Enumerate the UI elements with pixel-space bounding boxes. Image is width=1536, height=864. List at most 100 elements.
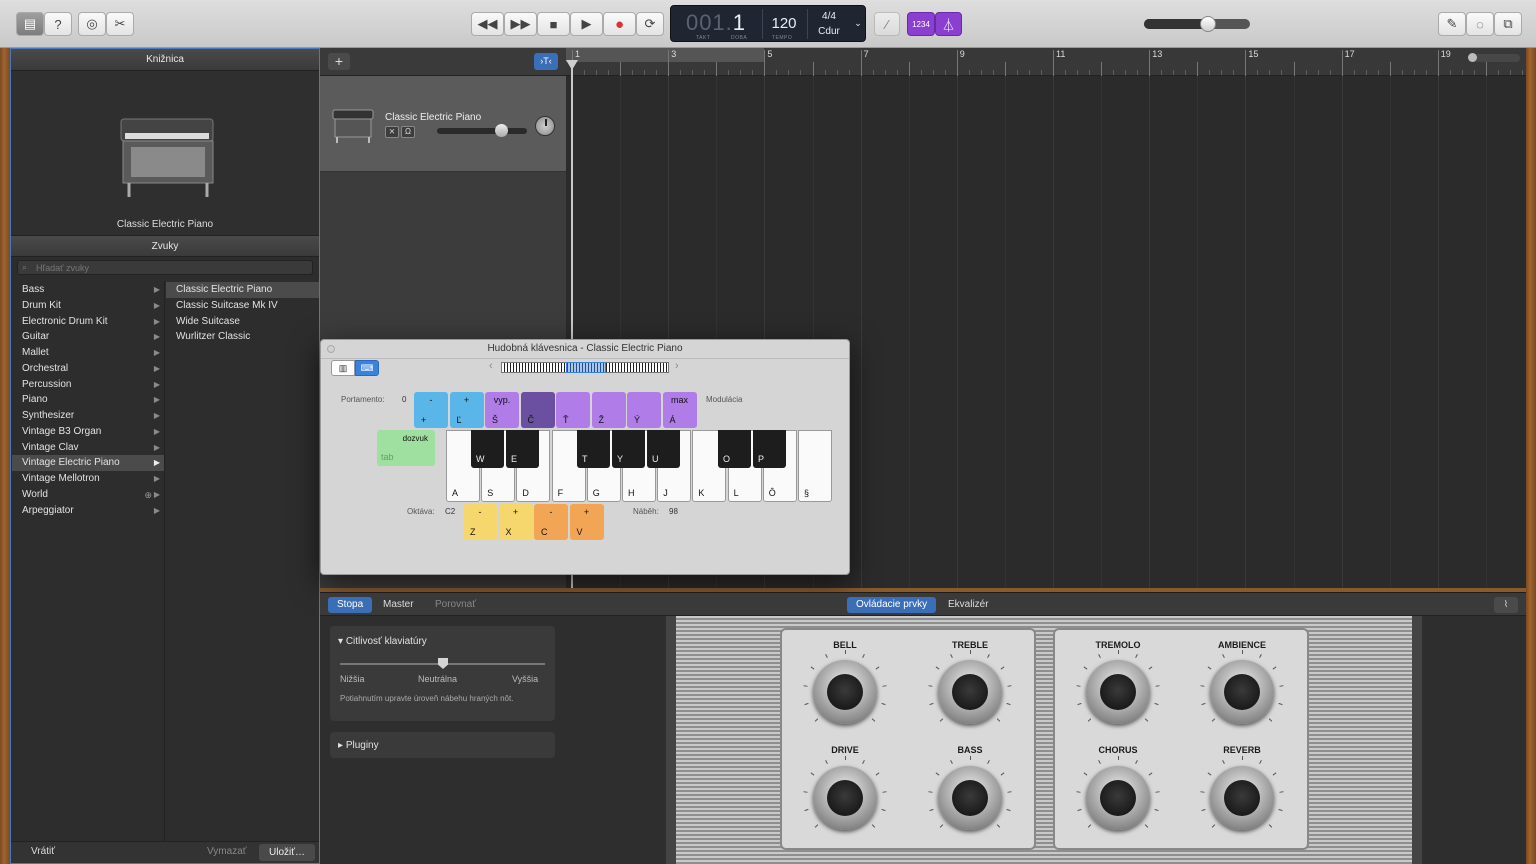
modulation-key[interactable]: Ž <box>591 392 626 428</box>
category-item[interactable]: Piano ▶ <box>12 392 164 408</box>
sound-search-field[interactable]: ⌕ <box>17 260 313 275</box>
typing-mode-button[interactable]: ▥ <box>331 360 355 376</box>
editors-button[interactable]: ✂ <box>106 12 134 36</box>
black-key[interactable]: W <box>471 430 504 468</box>
catch-playhead-button[interactable]: ›T‹ <box>534 53 558 70</box>
track-pan-knob[interactable] <box>535 116 555 136</box>
category-item[interactable]: Vintage Clav ▶ <box>12 440 164 456</box>
category-item[interactable]: Mallet ▶ <box>12 345 164 361</box>
modulation-key[interactable]: max Á <box>662 392 697 428</box>
stop-button[interactable]: ■ <box>537 12 570 36</box>
track-header[interactable]: Classic Electric Piano ⨯ Ω <box>320 76 566 172</box>
black-key[interactable]: P <box>753 430 786 468</box>
keyboard-range-selection[interactable] <box>566 362 606 373</box>
download-icon[interactable]: ⊕ <box>144 487 152 503</box>
sensitivity-slider-thumb[interactable] <box>438 658 448 669</box>
master-volume-knob[interactable] <box>1199 16 1216 32</box>
velocity-key[interactable]: -C <box>534 504 568 540</box>
sensitivity-disclosure[interactable]: ▾ Citlivosť klaviatúry <box>338 636 427 647</box>
solo-button[interactable]: Ω <box>401 126 415 138</box>
tab-eq[interactable]: Ekvalizér <box>939 597 998 613</box>
ambience-knob[interactable] <box>1210 660 1274 724</box>
controls-view-button[interactable]: ⌇ <box>1494 597 1518 613</box>
rewind-button[interactable]: ◀◀ <box>471 12 504 36</box>
sound-item[interactable]: Wide Suitcase <box>166 314 319 330</box>
track-volume-knob[interactable] <box>495 124 508 137</box>
tab-track[interactable]: Stopa <box>328 597 373 613</box>
category-item[interactable]: Electronic Drum Kit ▶ <box>12 314 164 330</box>
cycle-region[interactable] <box>566 48 764 62</box>
sustain-key[interactable]: dozvuk tab <box>377 430 435 466</box>
octave-key[interactable]: -Z <box>463 504 497 540</box>
modulation-key[interactable]: vyp. Š <box>485 392 519 428</box>
category-item[interactable]: Guitar ▶ <box>12 329 164 345</box>
category-item[interactable]: Vintage Electric Piano ▶ <box>12 455 164 472</box>
modulation-key[interactable]: Ť <box>556 392 590 428</box>
notepad-button[interactable]: ✎ <box>1438 12 1466 36</box>
count-in-button[interactable]: 1234 <box>907 12 935 36</box>
search-input[interactable] <box>36 261 306 274</box>
timeline-ruler[interactable]: 1 3 5 7 9 11 13 15 17 19 <box>566 48 1526 76</box>
reverb-knob[interactable] <box>1210 766 1274 830</box>
range-right-icon[interactable]: › <box>675 360 679 372</box>
treble-knob[interactable] <box>938 660 1002 724</box>
category-item[interactable]: Vintage Mellotron ▶ <box>12 471 164 487</box>
category-item[interactable]: Drum Kit ▶ <box>12 298 164 314</box>
master-volume-slider[interactable] <box>1144 16 1250 32</box>
media-browser-button[interactable]: ⧉ <box>1494 12 1522 36</box>
pitch-bend-key[interactable]: - + <box>414 392 448 428</box>
drive-knob[interactable] <box>813 766 877 830</box>
cycle-button[interactable]: ⟳ <box>636 12 664 36</box>
track-volume-slider[interactable] <box>437 124 527 137</box>
black-key[interactable]: U <box>647 430 680 468</box>
lcd-menu-chevron-icon[interactable]: ⌄ <box>853 18 863 29</box>
black-key[interactable]: O <box>718 430 751 468</box>
smart-controls-button[interactable]: ◎ <box>78 12 106 36</box>
add-track-button[interactable]: + <box>328 53 350 70</box>
category-item[interactable]: Synthesizer ▶ <box>12 408 164 424</box>
category-item[interactable]: Percussion ▶ <box>12 377 164 393</box>
record-button[interactable]: ● <box>603 12 636 36</box>
sound-item[interactable]: Classic Suitcase Mk IV <box>166 298 319 314</box>
sound-item[interactable]: Wurlitzer Classic <box>166 329 319 345</box>
white-key[interactable]: § <box>798 430 832 502</box>
black-key[interactable]: E <box>506 430 539 468</box>
tab-master[interactable]: Master <box>374 597 423 613</box>
fast-forward-button[interactable]: ▶▶ <box>504 12 537 36</box>
mute-button[interactable]: ⨯ <box>385 126 399 138</box>
velocity-key[interactable]: + V <box>569 504 604 540</box>
timeline-zoom-slider[interactable] <box>1468 53 1520 62</box>
black-key[interactable]: T <box>577 430 610 468</box>
range-left-icon[interactable]: ‹ <box>489 360 493 372</box>
close-window-icon[interactable] <box>327 345 335 353</box>
delete-button[interactable]: Vymazať <box>207 846 247 857</box>
loop-browser-button[interactable]: ◌ <box>1466 12 1494 36</box>
keyboard-mode-button[interactable]: ⌨ <box>355 360 379 376</box>
chorus-knob[interactable] <box>1086 766 1150 830</box>
sound-item[interactable]: Classic Electric Piano <box>166 282 319 298</box>
metronome-button[interactable]: ⏃ <box>935 12 962 36</box>
play-button[interactable]: ▶ <box>570 12 603 36</box>
modulation-key[interactable]: Ý <box>627 392 661 428</box>
category-item[interactable]: Arpeggiator ▶ <box>12 503 164 519</box>
help-button[interactable]: ? <box>44 12 72 36</box>
bass-knob[interactable] <box>938 766 1002 830</box>
library-button[interactable]: ▤ <box>16 12 44 36</box>
modulation-key[interactable]: Č <box>520 392 555 428</box>
plugins-disclosure[interactable]: ▸ Pluginy <box>338 740 379 751</box>
bell-knob[interactable] <box>813 660 877 724</box>
tuner-button[interactable]: ⁄ <box>874 12 900 36</box>
plugins-section[interactable]: ▸ Pluginy <box>330 732 555 758</box>
category-item[interactable]: Bass ▶ <box>12 282 164 298</box>
save-button[interactable]: Uložiť… <box>259 844 315 861</box>
octave-key[interactable]: + X <box>498 504 533 540</box>
tab-controls[interactable]: Ovládacie prvky <box>847 597 937 613</box>
black-key[interactable]: Y <box>612 430 645 468</box>
pitch-bend-key[interactable]: + Ľ <box>449 392 484 428</box>
category-item[interactable]: Orchestral ▶ <box>12 361 164 377</box>
sensitivity-slider[interactable] <box>340 658 545 669</box>
keyboard-range-strip[interactable] <box>501 362 669 373</box>
category-item[interactable]: Vintage B3 Organ ▶ <box>12 424 164 440</box>
lcd-display[interactable]: 001.1 TAKT DOBA 120 TEMPO 4/4 Cdur ⌄ <box>670 5 866 42</box>
tab-compare[interactable]: Porovnať <box>426 597 485 613</box>
